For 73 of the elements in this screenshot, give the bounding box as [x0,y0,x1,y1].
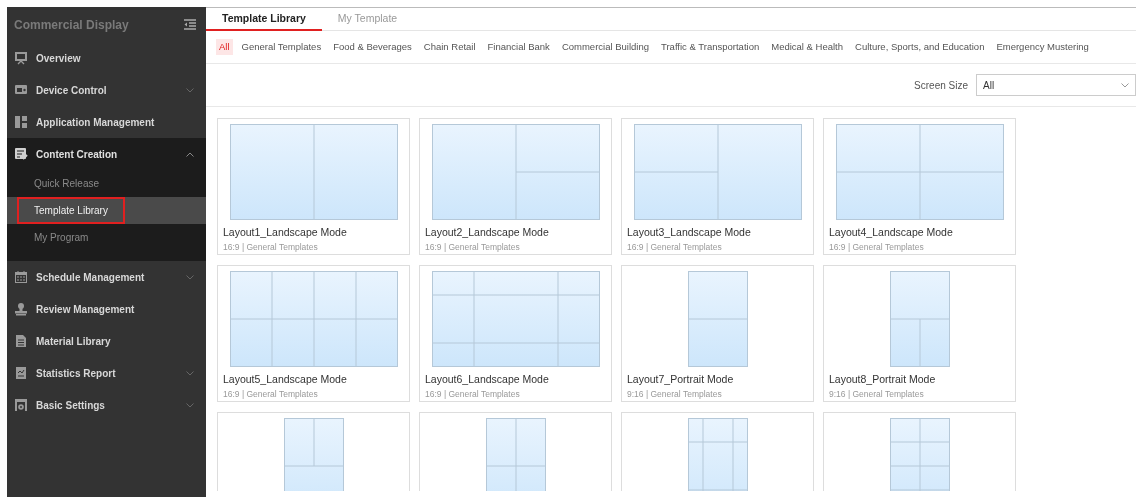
menu-item[interactable]: Basic Settings [7,389,206,421]
tab[interactable]: Template Library [206,8,322,31]
template-card[interactable]: Layout8_Portrait Mode 9:16 | General Templates [823,265,1016,402]
template-meta: 9:16 | General Templates [627,387,723,401]
menu-item[interactable]: Content Creation [7,138,206,170]
menu-item[interactable]: Schedule Management [7,261,206,293]
template-card[interactable]: Layout3_Landscape Mode 16:9 | General Templates [621,118,814,255]
template-meta: 16:9 | General Templates [627,240,723,254]
template-title: Layout6_Landscape Mode [425,372,550,387]
menu-label: Device Control [36,83,108,98]
template-card[interactable]: Layout1_Landscape Mode 16:9 | General Templates [217,118,410,255]
template-card[interactable]: Layout6_Landscape Mode 16:9 | General Templates [419,265,612,402]
stamp-icon [14,302,28,316]
category-filter[interactable]: All [216,38,233,56]
device-icon [14,83,28,97]
monitor-icon [14,51,28,65]
menu-label: Content Creation [36,147,119,162]
menu-label: Application Management [36,115,156,130]
category-filter[interactable]: Medical & Health [768,38,847,56]
category-filter[interactable]: Financial Bank [484,38,553,56]
template-card[interactable]: Layout4_Landscape Mode 16:9 | General Templates [823,118,1016,255]
template-title: Layout3_Landscape Mode [627,225,752,240]
template-meta: 9:16 | General Templates [829,387,925,401]
submenu-label: My Program [33,231,90,245]
template-title: Layout7_Portrait Mode [627,372,735,387]
template-title: Layout1_Landscape Mode [223,225,348,240]
submenu-label: Quick Release [33,177,101,191]
menu-item[interactable]: Overview [7,42,206,74]
template-meta: 16:9 | General Templates [223,240,319,254]
template-title: Layout4_Landscape Mode [829,225,954,240]
template-meta: 16:9 | General Templates [425,240,521,254]
menu-item[interactable]: Device Control [7,74,206,106]
template-card[interactable]: Layout2_Landscape Mode 16:9 | General Templates [419,118,612,255]
menu-item[interactable]: Statistics Report [7,357,206,389]
template-title: Layout2_Landscape Mode [425,225,550,240]
document-icon [14,334,28,348]
menu-label: Schedule Management [36,270,146,285]
menu-item[interactable]: Application Management [7,106,206,138]
template-title: Layout5_Landscape Mode [223,372,348,387]
category-filter[interactable]: Food & Beverages [330,38,415,56]
category-filter[interactable]: Culture, Sports, and Education [852,38,988,56]
menu-label: Review Management [36,302,136,317]
menu-item[interactable]: Review Management [7,293,206,325]
category-filter[interactable]: Emergency Mustering [993,38,1092,56]
template-title: Layout8_Portrait Mode [829,372,937,387]
template-meta: 16:9 | General Templates [829,240,925,254]
category-filter[interactable]: Chain Retail [420,38,479,56]
screen-size-label: Screen Size [914,78,968,93]
app-title: Commercial Display [14,16,129,34]
submenu-label: Template Library [19,199,123,222]
calendar-icon [14,270,28,284]
template-meta: 16:9 | General Templates [223,387,319,401]
report-icon [14,366,28,380]
collapse-menu-icon[interactable] [183,19,197,30]
chevron-down-icon [1121,82,1129,88]
submenu-item[interactable]: Quick Release [7,170,206,197]
menu-label: Overview [36,51,82,66]
grid-icon [14,115,28,129]
settings-icon [14,398,28,412]
edit-icon [14,147,28,161]
category-filter[interactable]: Commercial Building [558,38,652,56]
template-card[interactable]: Layout7_Portrait Mode 9:16 | General Templates [621,265,814,402]
menu-label: Statistics Report [36,366,117,381]
template-card[interactable]: Layout5_Landscape Mode 16:9 | General Templates [217,265,410,402]
screen-size-select[interactable]: All [976,74,1136,96]
menu-item[interactable]: Material Library [7,325,206,357]
template-meta: 16:9 | General Templates [425,387,521,401]
menu-label: Material Library [36,334,112,349]
submenu-item[interactable]: Template Library [7,197,206,224]
category-filter[interactable]: Traffic & Transportation [658,38,763,56]
menu-label: Basic Settings [36,398,106,413]
category-filter[interactable]: General Templates [238,38,325,56]
submenu-item[interactable]: My Program [7,224,206,251]
